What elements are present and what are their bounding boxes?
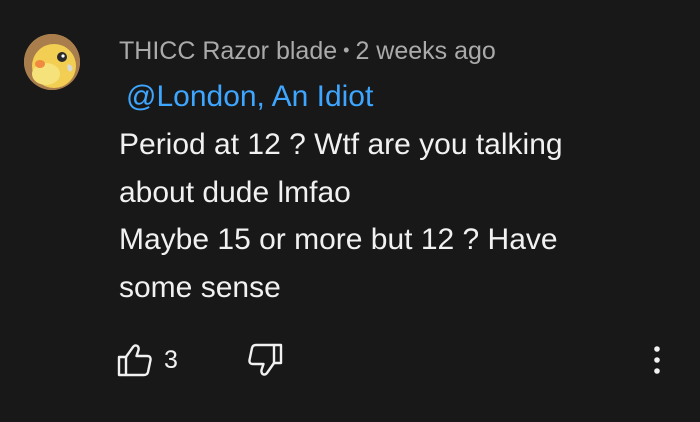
like-button[interactable]: 3 [116,340,178,380]
meta-separator: • [343,40,350,60]
thumbs-up-icon [117,344,152,377]
comment-meta: THICC Razor blade • 2 weeks ago [119,33,496,68]
comment-body-line: about dude lmfao [119,175,351,209]
mention-link[interactable]: @London, An Idiot [126,79,373,115]
comment-item: THICC Razor blade • 2 weeks ago @London, A… [0,0,700,422]
comment-actions: 3 [0,338,700,382]
author-name[interactable]: THICC Razor blade [119,37,337,65]
more-vertical-icon [654,346,660,374]
comment-body-line: some sense [119,270,281,304]
thumbs-down-icon [248,343,283,376]
comment-body-line: Period at 12 ? Wtf are you talking [119,128,563,161]
comment-timestamp[interactable]: 2 weeks ago [355,37,495,65]
comment-body: Period at 12 ? Wtf are you talking about… [119,121,679,311]
avatar-image [24,34,80,90]
dislike-button[interactable] [246,340,284,380]
avatar[interactable] [24,34,80,90]
comment-body-line: Maybe 15 or more but 12 ? Have [119,223,558,256]
like-count: 3 [164,345,178,374]
more-options-button[interactable] [642,340,672,380]
